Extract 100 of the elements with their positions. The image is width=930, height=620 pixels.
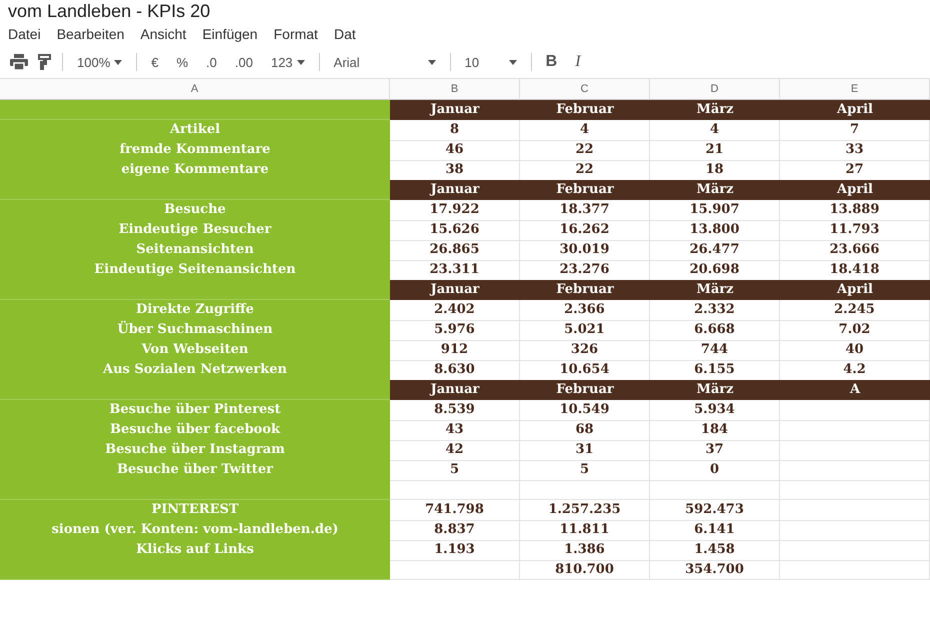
label-cell: Aus Sozialen Netzwerken (0, 360, 390, 381)
table-cell: 15.626 (390, 220, 520, 241)
label-cell: sionen (ver. Konten: vom-landleben.de) (0, 520, 390, 541)
caret-icon (114, 60, 122, 64)
decrease-decimals-button[interactable]: .0 (202, 52, 221, 72)
table-cell: 741.798 (390, 500, 520, 521)
table-cell: 8.539 (390, 400, 520, 421)
table-cell: 13.800 (650, 220, 780, 241)
table-cell: 1.458 (650, 540, 780, 561)
table-cell: 26.865 (390, 240, 520, 261)
column-header[interactable]: C (520, 79, 650, 100)
increase-decimals-button[interactable]: .00 (230, 52, 257, 72)
table-cell: 18.377 (520, 200, 650, 221)
table-cell: 5.976 (390, 320, 520, 341)
table-cell: 33 (780, 140, 930, 161)
month-header-cell: März (650, 100, 780, 120)
label-cell: Eindeutige Seitenansichten (0, 260, 390, 281)
italic-button[interactable]: I (571, 51, 585, 73)
table-cell: 5.021 (520, 320, 650, 341)
table-cell: 17.922 (390, 200, 520, 221)
table-cell: 4 (520, 120, 650, 141)
menu-item[interactable]: Ansicht (134, 26, 192, 42)
table-cell: 42 (390, 440, 520, 461)
table-cell: 16.262 (520, 220, 650, 241)
table-cell: 2.366 (520, 300, 650, 321)
label-cell: Besuche über Instagram (0, 440, 390, 461)
table-cell: 11.811 (520, 520, 650, 541)
table-cell: 810.700 (520, 560, 650, 580)
caret-icon (296, 60, 305, 64)
table-cell: 0 (650, 460, 780, 481)
table-cell: 592.473 (650, 500, 780, 521)
table-cell: 30.019 (520, 240, 650, 261)
table-cell: 1.386 (520, 540, 650, 561)
month-header-cell: Februar (520, 100, 650, 120)
label-cell: Besuche über facebook (0, 420, 390, 441)
font-dropdown[interactable]: Arial (330, 52, 440, 72)
font-size-dropdown[interactable]: 10 (460, 52, 521, 72)
menu-item[interactable]: Dat (328, 26, 362, 42)
label-cell: PINTEREST (0, 500, 390, 521)
table-cell: 4 (650, 120, 780, 141)
label-cell: Klicks auf Links (0, 540, 390, 561)
table-cell: 5.934 (650, 400, 780, 421)
label-cell: Besuche über Twitter (0, 460, 390, 481)
month-header-cell: Januar (390, 380, 520, 400)
paint-format-icon[interactable] (38, 54, 52, 70)
column-header[interactable]: E (780, 79, 930, 100)
table-cell: 2.332 (650, 300, 780, 321)
column-header[interactable]: B (390, 79, 520, 100)
table-cell: 40 (780, 340, 930, 361)
table-cell: 1.257.235 (520, 500, 650, 521)
table-cell: 6.141 (650, 520, 780, 541)
column-header[interactable]: A (0, 79, 390, 100)
table-cell: 1.193 (390, 540, 520, 561)
label-cell: Besuche (0, 200, 390, 221)
table-cell: 912 (390, 340, 520, 361)
table-cell: 46 (390, 140, 520, 161)
month-header-cell: A (780, 380, 930, 400)
month-header-cell: März (650, 180, 780, 200)
menu-item[interactable]: Einfügen (196, 26, 264, 42)
print-icon[interactable] (10, 54, 28, 70)
month-header-cell: Januar (390, 180, 520, 200)
table-cell: 13.889 (780, 200, 930, 221)
percent-button[interactable]: % (172, 52, 192, 72)
label-cell: Seitenansichten (0, 240, 390, 261)
label-cell: Eindeutige Besucher (0, 220, 390, 241)
currency-button[interactable]: € (147, 52, 162, 72)
month-header-cell: Februar (520, 380, 650, 400)
month-header-cell: April (780, 180, 930, 200)
caret-icon (428, 60, 436, 64)
number-format-dropdown[interactable]: 123 (266, 52, 309, 72)
label-cell: eigene Kommentare (0, 160, 390, 181)
table-cell: 22 (520, 140, 650, 161)
bold-button[interactable]: B (542, 51, 562, 73)
table-cell: 23.666 (780, 240, 930, 261)
month-header-cell: Januar (390, 100, 520, 120)
table-cell: 37 (650, 440, 780, 461)
label-cell: Von Webseiten (0, 340, 390, 361)
month-header-cell: Februar (520, 180, 650, 200)
table-cell: 7 (780, 120, 930, 141)
table-cell: 21 (650, 140, 780, 161)
table-cell: 10.549 (520, 400, 650, 421)
document-title: vom Landleben - KPIs 20 (8, 0, 210, 22)
table-cell: 43 (390, 420, 520, 441)
month-header-cell: Februar (520, 280, 650, 300)
menu-item[interactable]: Format (268, 26, 324, 42)
label-cell: Artikel (0, 120, 390, 141)
column-header[interactable]: D (650, 79, 780, 100)
menu-item[interactable]: Bearbeiten (50, 26, 130, 42)
table-cell: 5 (520, 460, 650, 481)
table-cell: 7.02 (780, 320, 930, 341)
menu-item[interactable]: Datei (2, 26, 47, 42)
zoom-dropdown[interactable]: 100% (73, 52, 126, 72)
table-cell: 8 (390, 120, 520, 141)
table-cell: 6.668 (650, 320, 780, 341)
table-cell: 8.837 (390, 520, 520, 541)
month-header-cell: Januar (390, 280, 520, 300)
label-cell: Direkte Zugriffe (0, 300, 390, 321)
table-cell: 354.700 (650, 560, 780, 580)
table-cell: 326 (520, 340, 650, 361)
table-cell: 26.477 (650, 240, 780, 261)
